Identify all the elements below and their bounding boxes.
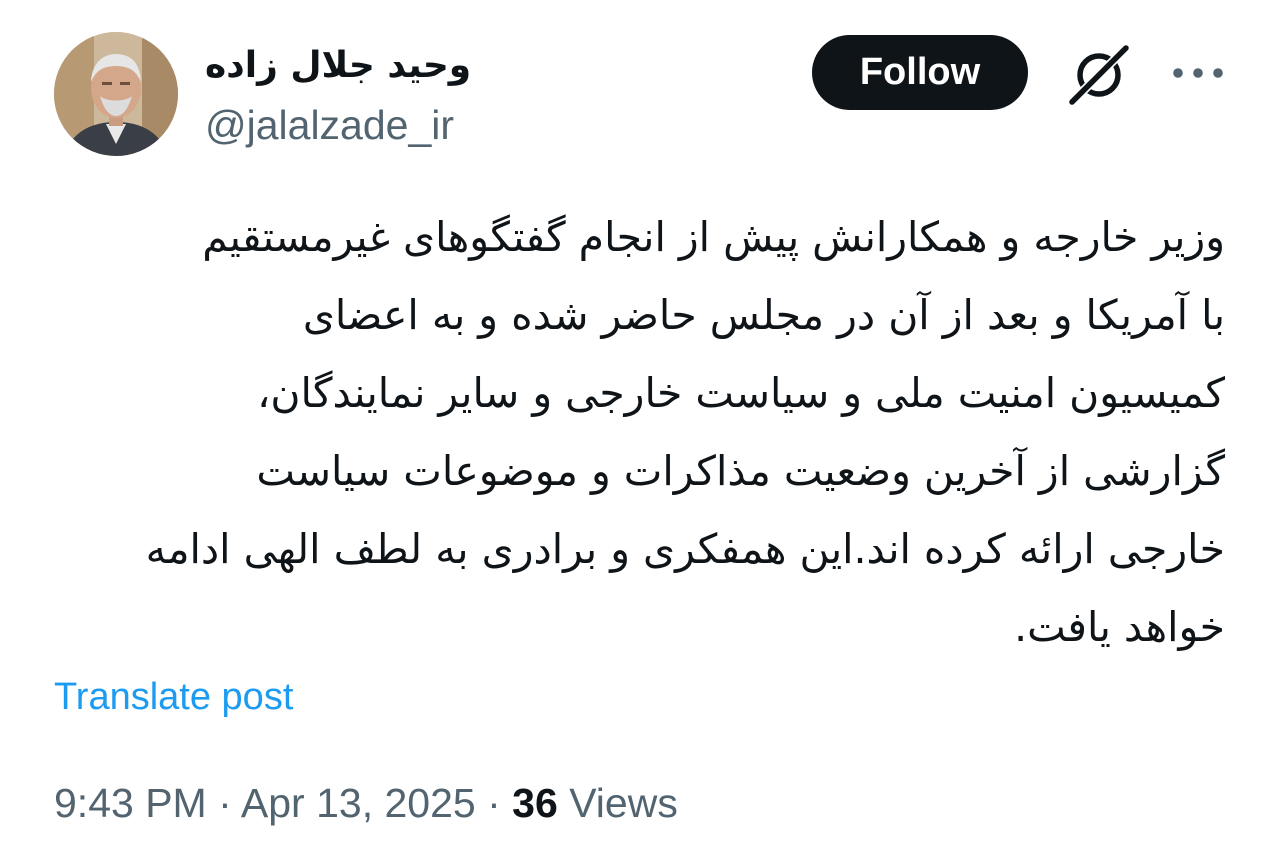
grok-icon[interactable] [1066, 42, 1132, 106]
author-display-name[interactable]: وحید جلال زاده [205, 40, 485, 92]
translate-post-link[interactable]: Translate post [54, 674, 293, 720]
avatar-portrait [54, 32, 178, 156]
meta-separator: · [487, 780, 501, 826]
views-count[interactable]: 36 [512, 780, 558, 826]
post-time[interactable]: 9:43 PM [54, 780, 207, 826]
more-dots-glyph [1173, 68, 1223, 78]
meta-separator: · [218, 780, 232, 826]
avatar[interactable] [54, 32, 178, 156]
post-meta: 9:43 PM · Apr 13, 2025 · 36 Views [54, 778, 678, 828]
more-horizontal-icon[interactable] [1168, 60, 1228, 86]
grok-icon-glyph [1068, 44, 1130, 106]
follow-button[interactable]: Follow [812, 35, 1028, 110]
author-handle[interactable]: @jalalzade_ir [205, 100, 454, 150]
post-text: وزیر خارجه و همکارانش پیش از انجام گفتگو… [145, 213, 1225, 651]
views-label: Views [569, 780, 678, 826]
post-date[interactable]: Apr 13, 2025 [241, 780, 476, 826]
